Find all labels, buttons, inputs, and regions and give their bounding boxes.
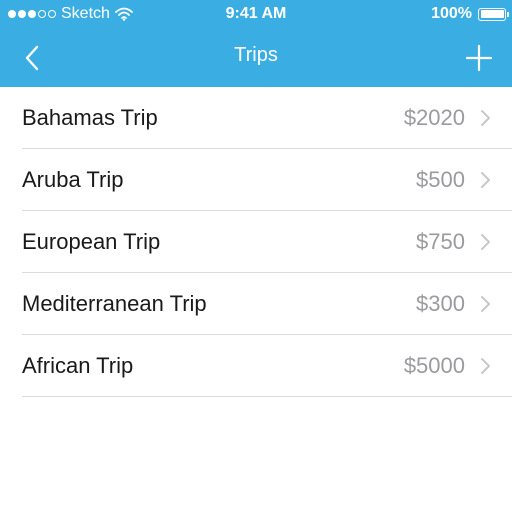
battery-tip [507, 11, 509, 17]
chevron-right-icon [481, 172, 490, 188]
trip-name: Aruba Trip [22, 167, 124, 192]
trip-row-aruba[interactable]: Aruba Trip $500 [0, 149, 512, 211]
trip-row-bahamas[interactable]: Bahamas Trip $2020 [0, 87, 512, 149]
chevron-right-icon [481, 234, 490, 250]
trip-amount: $750 [416, 229, 465, 254]
plus-icon [465, 44, 493, 72]
trip-list: Bahamas Trip $2020 Aruba Trip $500 Europ… [0, 87, 512, 397]
page-title: Trips [234, 44, 278, 66]
chevron-right-icon [481, 296, 490, 312]
trip-row-african[interactable]: African Trip $5000 [0, 335, 512, 397]
header: Sketch 9:41 AM 100% Trips [0, 0, 512, 87]
status-right: 100% [431, 5, 509, 23]
trip-name: European Trip [22, 229, 161, 254]
trip-name: African Trip [22, 353, 134, 378]
battery-percentage: 100% [431, 5, 472, 22]
battery-fill [480, 10, 504, 18]
chevron-right-icon [481, 358, 490, 374]
trip-amount: $5000 [403, 353, 465, 378]
battery-icon [478, 7, 509, 21]
status-bar: Sketch 9:41 AM 100% [0, 0, 512, 30]
trip-name: Bahamas Trip [22, 105, 158, 130]
trip-amount: $500 [416, 167, 465, 192]
trip-amount: $2020 [403, 105, 465, 130]
trip-amount: $300 [416, 291, 465, 316]
trip-row-european[interactable]: European Trip $750 [0, 211, 512, 273]
add-trip-button[interactable] [464, 43, 494, 73]
trip-name: Mediterranean Trip [22, 291, 207, 316]
trips-screen: Sketch 9:41 AM 100% Trips Bahamas Trip $… [0, 0, 512, 512]
navigation-bar: Trips [0, 30, 512, 87]
trip-row-mediterranean[interactable]: Mediterranean Trip $300 [0, 273, 512, 335]
chevron-right-icon [481, 110, 490, 126]
